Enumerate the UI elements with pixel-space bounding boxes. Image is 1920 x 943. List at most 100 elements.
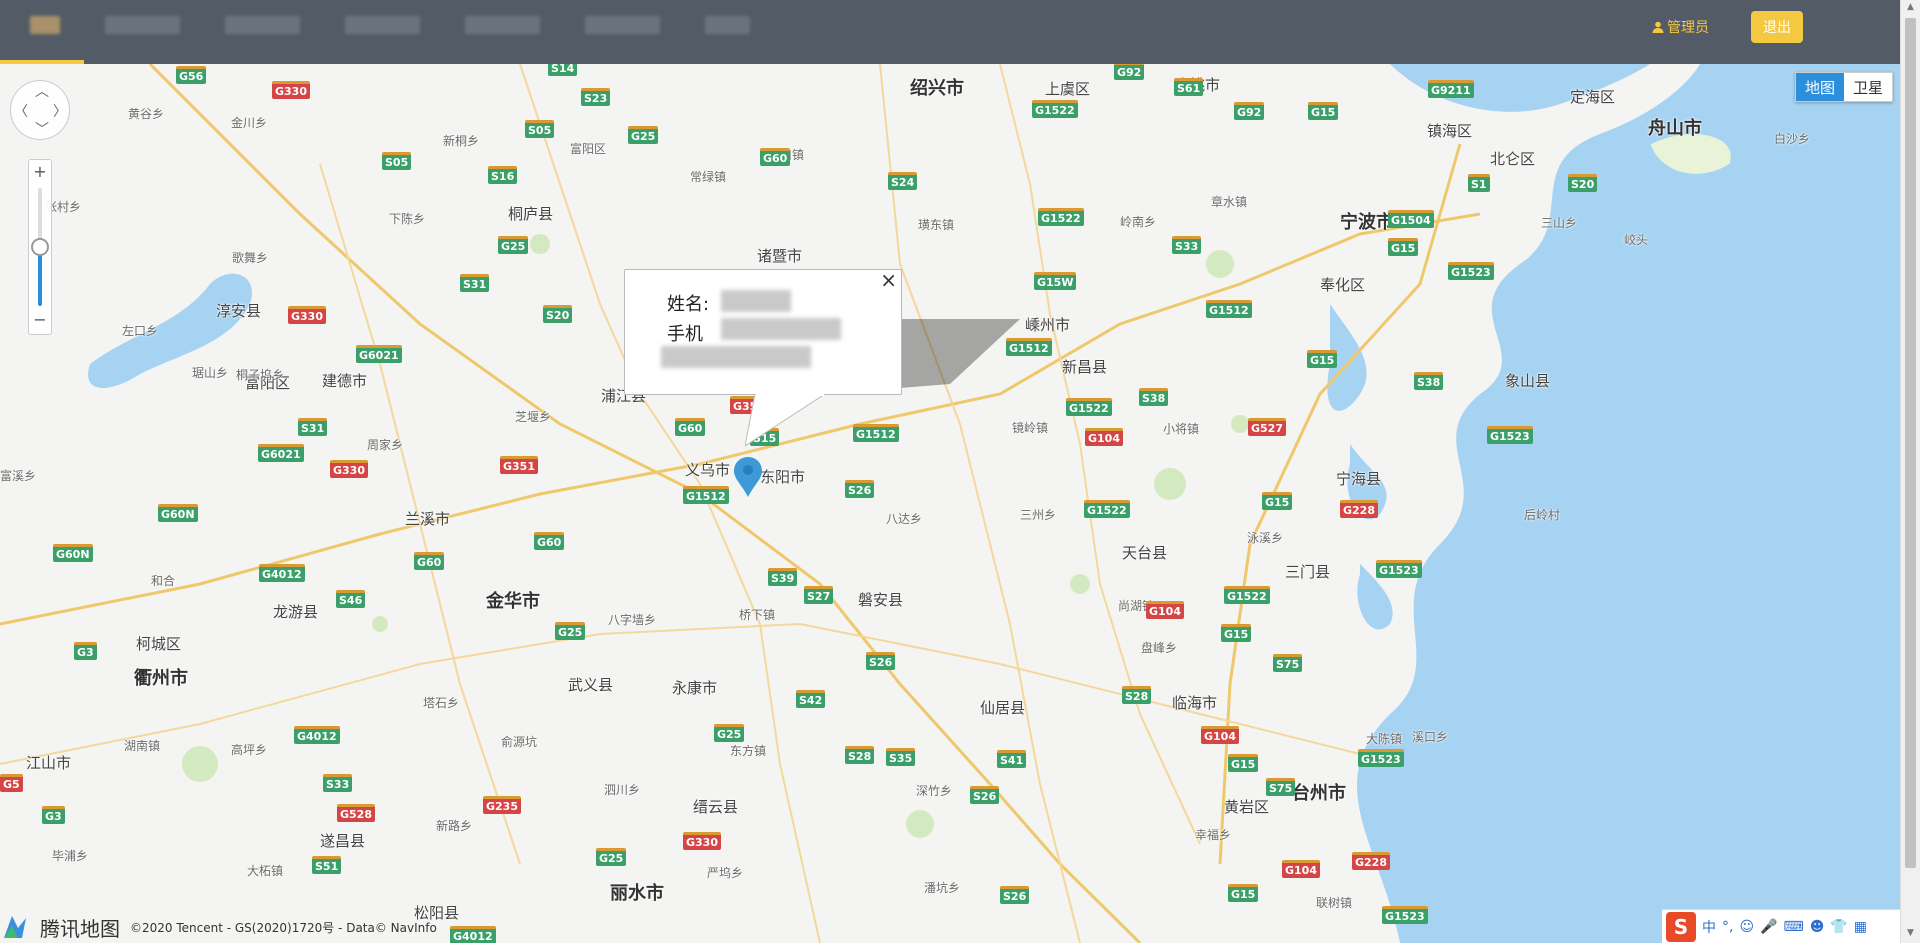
road-shield: S16 bbox=[488, 166, 518, 184]
place-label: 江山市 bbox=[26, 754, 72, 772]
road-shield: G15 bbox=[1228, 754, 1259, 772]
place-label: 周家乡 bbox=[367, 438, 404, 452]
scrollbar-thumb[interactable] bbox=[1905, 18, 1916, 868]
road-shield: G1522 bbox=[1032, 100, 1078, 118]
scroll-up-icon[interactable]: ▲ bbox=[1905, 2, 1916, 14]
road-shield: G60N bbox=[158, 504, 198, 522]
place-label: 深竹乡 bbox=[916, 784, 953, 798]
place-label: 临海市 bbox=[1172, 694, 1218, 712]
place-label: 淳安县 bbox=[216, 302, 262, 320]
road-shield: G1512 bbox=[1006, 338, 1052, 356]
place-label: 和合 bbox=[151, 574, 176, 588]
road-shield: S75 bbox=[1266, 778, 1296, 796]
nav-item-3[interactable] bbox=[225, 16, 300, 34]
place-label: 奉化区 bbox=[1320, 276, 1366, 294]
popup-phone-label: 手机 bbox=[667, 324, 703, 345]
place-label: 天台县 bbox=[1122, 544, 1168, 562]
road-shield: G1522 bbox=[1224, 586, 1270, 604]
zoom-out-button[interactable]: − bbox=[29, 310, 51, 330]
place-label: 幸福乡 bbox=[1195, 828, 1232, 842]
road-shield: G1523 bbox=[1382, 906, 1428, 924]
copyright-text: ©2020 Tencent - GS(2020)1720号 - Data© Na… bbox=[130, 920, 437, 935]
place-label: 诸暨市 bbox=[757, 247, 803, 265]
pan-up-icon[interactable]: ︿ bbox=[35, 81, 49, 101]
sogou-ime-icon[interactable]: S bbox=[1666, 911, 1696, 942]
road-shield: G527 bbox=[1248, 418, 1286, 436]
road-shield: S27 bbox=[804, 586, 834, 604]
place-label: 镜岭镇 bbox=[1012, 421, 1049, 435]
place-label: 仙居县 bbox=[980, 699, 1026, 717]
place-label: 联树镇 bbox=[1316, 896, 1353, 910]
emoji-icon[interactable]: ☺ bbox=[1739, 919, 1754, 935]
map-canvas[interactable]: 绍兴市宁波市舟山市金华市衢州市台州市丽水市上虞区余姚市定海区镇海区北仑区奉化区嵊… bbox=[0, 64, 1900, 943]
tencent-map-logo-icon bbox=[4, 916, 26, 938]
place-label: 常绿镇 bbox=[690, 170, 727, 184]
road-shield: S35 bbox=[886, 748, 916, 766]
road-shield: G1522 bbox=[1066, 398, 1112, 416]
place-label: 璜东镇 bbox=[918, 218, 955, 232]
redacted-phone bbox=[721, 318, 841, 340]
user-icon[interactable]: ☻ bbox=[1810, 919, 1825, 935]
scroll-down-icon[interactable]: ▼ bbox=[1905, 928, 1916, 940]
road-shield: G60 bbox=[675, 418, 706, 436]
place-label: 高坪乡 bbox=[231, 743, 268, 757]
skin-icon[interactable]: 👕 bbox=[1830, 919, 1847, 935]
place-label: 武义县 bbox=[568, 676, 614, 694]
pan-down-icon[interactable]: ﹀ bbox=[35, 119, 49, 139]
place-label: 新路乡 bbox=[436, 819, 473, 833]
map-type-map-button[interactable]: 地图 bbox=[1796, 73, 1844, 101]
redacted-name bbox=[721, 290, 791, 312]
zoom-in-button[interactable]: + bbox=[29, 162, 51, 182]
place-label: 富溪乡 bbox=[0, 469, 37, 483]
place-label: 宁波市 bbox=[1340, 212, 1394, 233]
road-shield: G4012 bbox=[450, 926, 496, 943]
road-shield: G6021 bbox=[258, 444, 304, 462]
nav-item-4[interactable] bbox=[345, 16, 420, 34]
punctuation-icon[interactable]: °, bbox=[1722, 919, 1733, 935]
road-shield: S28 bbox=[845, 746, 875, 764]
logout-button[interactable]: 退出 bbox=[1751, 11, 1803, 43]
admin-user-link[interactable]: 管理员 bbox=[1652, 17, 1709, 37]
road-shield: G1523 bbox=[1358, 749, 1404, 767]
place-label: 镇海区 bbox=[1427, 122, 1473, 140]
road-shield: G330 bbox=[683, 832, 721, 850]
road-shield: G1504 bbox=[1388, 210, 1434, 228]
road-shield: G1523 bbox=[1487, 426, 1533, 444]
zoom-slider-handle[interactable] bbox=[31, 238, 49, 256]
pan-right-icon[interactable]: 〉 bbox=[53, 101, 67, 121]
place-label: 定海区 bbox=[1570, 88, 1616, 106]
road-shield: G60N bbox=[53, 544, 93, 562]
pan-left-icon[interactable]: 〈 bbox=[14, 101, 28, 121]
place-label: 大陈镇 bbox=[1366, 732, 1403, 746]
page-scrollbar[interactable]: ▲ ▼ bbox=[1900, 0, 1920, 943]
location-pin-icon[interactable] bbox=[734, 457, 762, 497]
place-label: 芝堰乡 bbox=[515, 410, 552, 424]
nav-item-6[interactable] bbox=[585, 16, 660, 34]
road-shield: G1512 bbox=[1206, 300, 1252, 318]
road-shield: S1 bbox=[1468, 174, 1490, 192]
road-shield: G104 bbox=[1085, 428, 1123, 446]
nav-item-2[interactable] bbox=[105, 16, 180, 34]
nav-item-active[interactable] bbox=[30, 16, 60, 34]
road-shield: G15 bbox=[1388, 238, 1419, 256]
keyboard-icon[interactable]: ⌨ bbox=[1784, 919, 1804, 935]
road-shield: G25 bbox=[498, 236, 529, 254]
place-label: 小将镇 bbox=[1163, 422, 1200, 436]
ime-language-toggle[interactable]: 中 bbox=[1702, 917, 1716, 937]
microphone-icon[interactable]: 🎤 bbox=[1760, 919, 1777, 935]
grid-icon[interactable]: ▦ bbox=[1854, 919, 1867, 935]
place-label: 八字墙乡 bbox=[608, 613, 657, 627]
road-shield: G25 bbox=[714, 724, 745, 742]
road-shield: G1522 bbox=[1084, 500, 1130, 518]
nav-item-7[interactable] bbox=[705, 16, 750, 34]
close-icon[interactable]: × bbox=[880, 268, 897, 292]
road-shield: G5 bbox=[0, 774, 23, 792]
road-shield: S24 bbox=[888, 172, 918, 190]
road-shield: S75 bbox=[1273, 654, 1303, 672]
map-type-satellite-button[interactable]: 卫星 bbox=[1844, 73, 1892, 101]
place-label: 琚山乡 bbox=[192, 366, 229, 380]
place-label: 泗川乡 bbox=[604, 783, 641, 797]
pan-control[interactable]: ︿ 〈 〉 ﹀ bbox=[10, 80, 70, 140]
place-label: 桐子坞乡 bbox=[236, 368, 285, 382]
nav-item-5[interactable] bbox=[465, 16, 540, 34]
